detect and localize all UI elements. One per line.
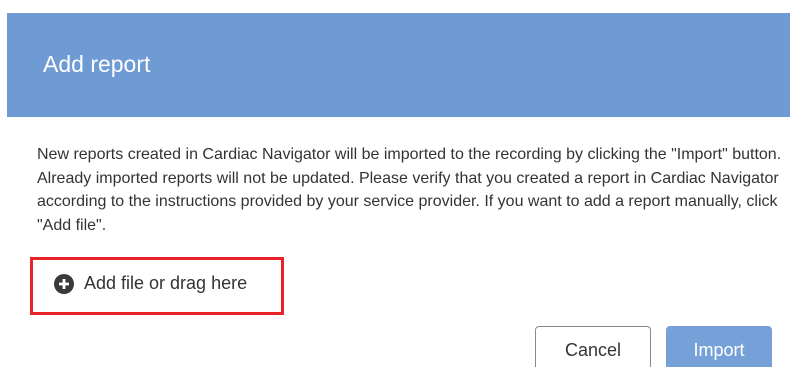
plus-circle-icon (54, 273, 74, 294)
dialog-message: New reports created in Cardiac Navigator… (37, 146, 782, 234)
dialog-header: Add report (7, 13, 790, 117)
dialog-title: Add report (43, 51, 151, 77)
cancel-button[interactable]: Cancel (535, 326, 651, 367)
add-file-button[interactable]: Add file or drag here (54, 273, 247, 294)
add-report-dialog: Add report New reports created in Cardia… (0, 0, 790, 367)
import-button[interactable]: Import (666, 326, 772, 367)
add-file-label: Add file or drag here (84, 273, 248, 293)
